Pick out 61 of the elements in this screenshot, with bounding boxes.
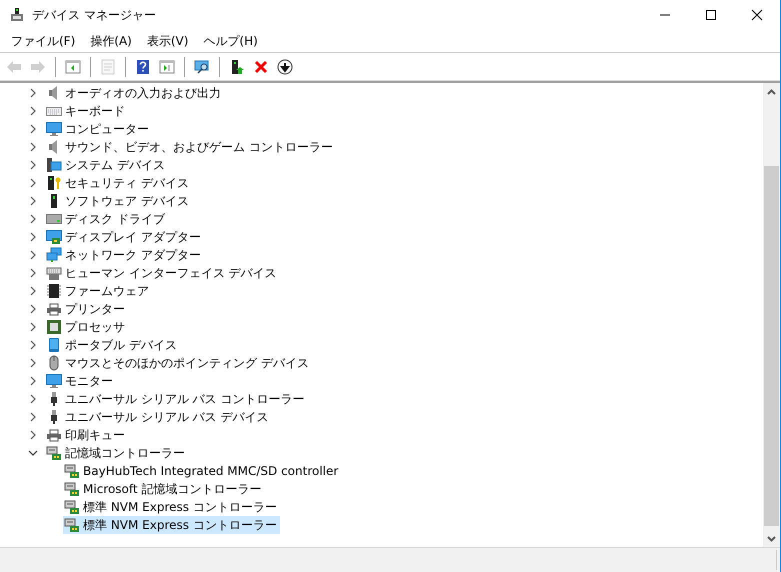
window-title: デバイス マネージャー	[32, 6, 157, 24]
help-icon[interactable]	[135, 58, 151, 74]
tree-item[interactable]: セキュリティ デバイス	[45, 174, 192, 192]
tree-item[interactable]: ディスプレイ アダプター	[45, 228, 204, 246]
monitor-icon	[46, 373, 62, 389]
tree-item[interactable]: オーディオの入力および出力	[45, 84, 224, 102]
chip-icon	[46, 283, 62, 299]
storage-controller-icon	[64, 499, 80, 515]
caret-down-icon	[767, 536, 776, 542]
tree-item[interactable]: プリンター	[45, 300, 128, 318]
network-icon	[46, 247, 62, 263]
processor-icon	[46, 319, 62, 335]
close-icon[interactable]	[749, 7, 765, 23]
console-tree-icon[interactable]	[65, 58, 81, 74]
tree-item[interactable]: ユニバーサル シリアル バス デバイス	[45, 408, 272, 426]
action-pane-icon[interactable]	[159, 58, 175, 74]
tree-item[interactable]: マウスとそのほかのポインティング デバイス	[45, 354, 312, 372]
scan-monitor-icon[interactable]	[194, 58, 210, 74]
tree-item[interactable]: 標準 NVM Express コントローラー	[63, 516, 280, 534]
tree-item[interactable]: プロセッサ	[45, 318, 128, 336]
storage-controller-icon	[46, 445, 62, 461]
menu-item[interactable]: ヘルプ(H)	[196, 30, 265, 52]
security-key-icon	[46, 175, 62, 191]
input-device-icon	[46, 265, 62, 281]
printer-icon	[46, 427, 62, 443]
tree-item[interactable]: コンピューター	[45, 120, 152, 138]
display-adapter-icon	[46, 229, 62, 245]
tree-item[interactable]: ファームウェア	[45, 282, 152, 300]
printer-icon	[46, 301, 62, 317]
tree-item[interactable]: ディスク ドライブ	[45, 210, 168, 228]
tree-item[interactable]: 標準 NVM Express コントローラー	[63, 498, 280, 516]
tree-item[interactable]: モニター	[45, 372, 116, 390]
drive-icon	[46, 211, 62, 227]
menu-item[interactable]: 表示(V)	[140, 30, 196, 52]
tree-item[interactable]: キーボード	[45, 102, 128, 120]
tree-item[interactable]: サウンド、ビデオ、およびゲーム コントローラー	[45, 138, 336, 156]
storage-controller-icon	[64, 481, 80, 497]
storage-controller-icon	[64, 517, 80, 533]
monitor-icon	[46, 121, 62, 137]
app-icon	[9, 7, 25, 23]
menu-item[interactable]: ファイル(F)	[4, 30, 82, 52]
tree-item[interactable]: Microsoft 記憶域コントローラー	[63, 480, 264, 498]
tree-item[interactable]: システム デバイス	[45, 156, 168, 174]
menu-item[interactable]: 操作(A)	[83, 30, 139, 52]
tree-item[interactable]: ネットワーク アダプター	[45, 246, 204, 264]
tablet-icon	[46, 337, 62, 353]
tree-item[interactable]: ユニバーサル シリアル バス コントローラー	[45, 390, 308, 408]
tree-item[interactable]: ポータブル デバイス	[45, 336, 180, 354]
caret-up-icon	[767, 88, 776, 94]
delete-icon[interactable]	[253, 58, 269, 74]
download-icon[interactable]	[277, 58, 293, 74]
system-icon	[46, 157, 62, 173]
tree-item[interactable]: ヒューマン インターフェイス デバイス	[45, 264, 280, 282]
tree-item[interactable]: 印刷キュー	[45, 426, 128, 444]
tree-item[interactable]: BayHubTech Integrated MMC/SD controller	[63, 462, 342, 480]
tree-item[interactable]: ソフトウェア デバイス	[45, 192, 192, 210]
scrollbar-thumb[interactable]	[764, 166, 779, 526]
tree-item[interactable]: 記憶域コントローラー	[45, 444, 188, 462]
update-driver-icon[interactable]	[229, 58, 245, 74]
maximize-icon[interactable]	[703, 7, 719, 23]
storage-controller-icon	[64, 463, 80, 479]
